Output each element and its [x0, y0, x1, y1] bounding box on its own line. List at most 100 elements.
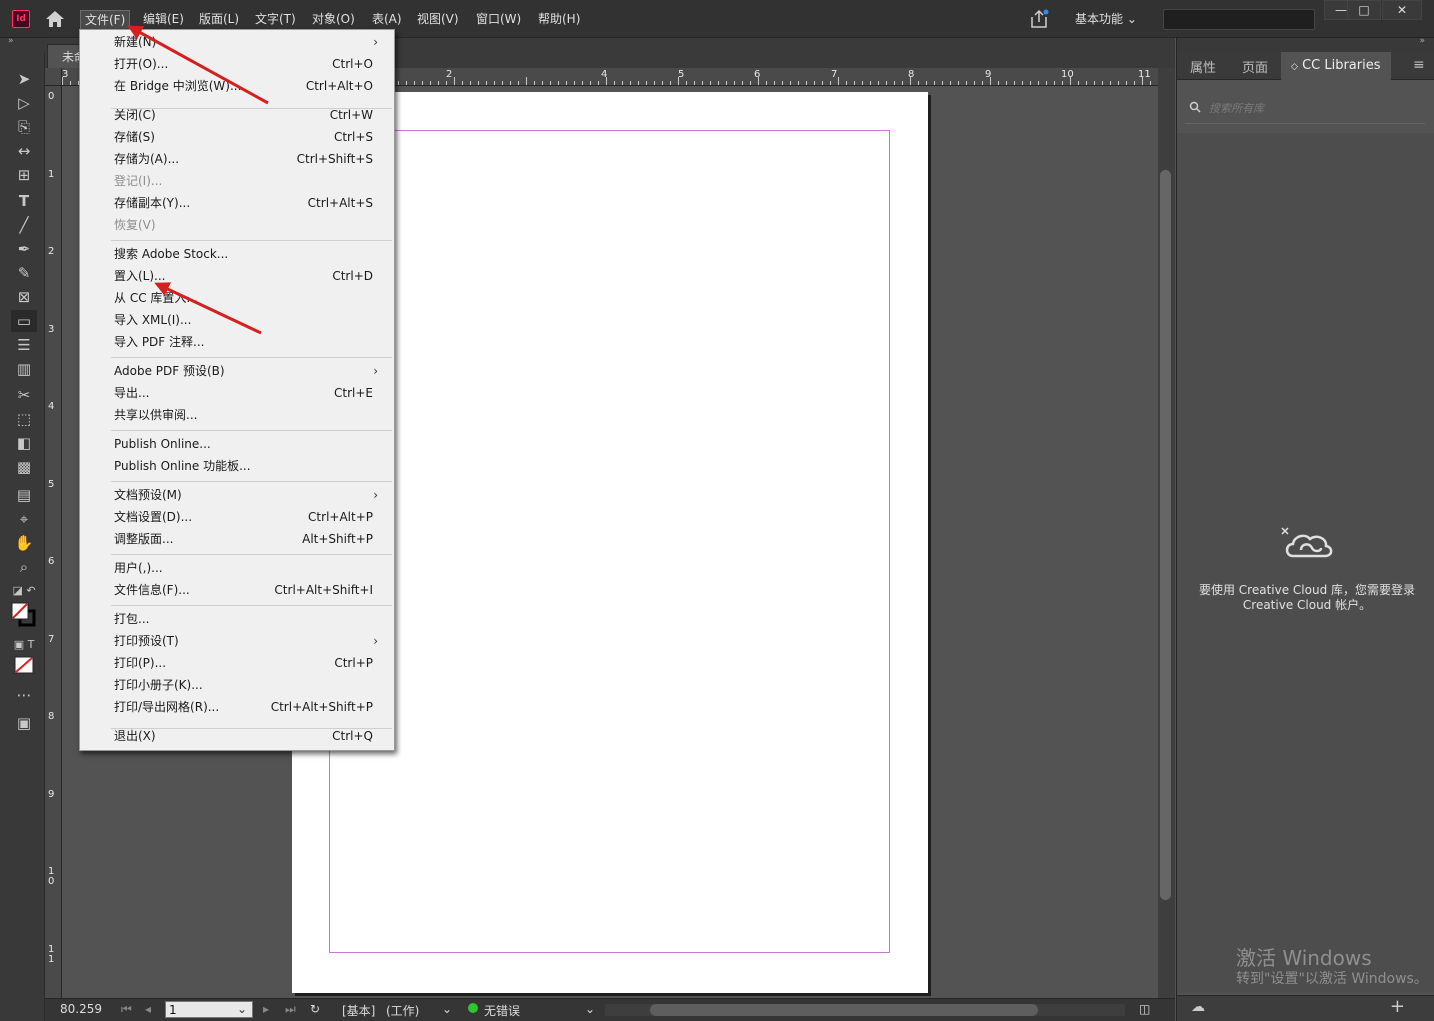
- panel-header[interactable]: »: [1177, 36, 1434, 52]
- vertical-grid-icon[interactable]: ▥: [11, 358, 37, 380]
- gap-tool-icon[interactable]: ↔: [11, 140, 37, 162]
- file-menu-item[interactable]: Publish Online 功能板...: [114, 456, 378, 476]
- zoom-level[interactable]: 80.259: [60, 1002, 102, 1016]
- menu-type[interactable]: 文字(T): [251, 10, 300, 30]
- zoom-tool-icon[interactable]: ⌕: [11, 556, 37, 578]
- file-menu-item[interactable]: 退出(X) Ctrl+Q: [114, 726, 378, 746]
- file-menu-item[interactable]: 用户(,)...: [114, 558, 378, 578]
- file-menu-item[interactable]: 打包...: [114, 609, 378, 629]
- file-menu-item[interactable]: 导入 PDF 注释...: [114, 332, 378, 352]
- hand-tool-icon[interactable]: ✋: [11, 532, 37, 554]
- search-input[interactable]: [1163, 9, 1315, 30]
- tab-pages[interactable]: 页面: [1242, 57, 1268, 76]
- eyedropper-tool-icon[interactable]: ⌖: [11, 508, 37, 530]
- preview-mode-icon[interactable]: ▣: [11, 712, 37, 734]
- file-menu-item[interactable]: 在 Bridge 中浏览(W)... Ctrl+Alt+O: [114, 76, 378, 96]
- menu-table[interactable]: 表(A): [368, 10, 406, 30]
- file-menu-item[interactable]: 存储(S) Ctrl+S: [114, 127, 378, 147]
- menu-edit[interactable]: 编辑(E): [139, 10, 188, 30]
- file-menu-item[interactable]: 导入 XML(I)...: [114, 310, 378, 330]
- file-menu-item[interactable]: 存储副本(Y)... Ctrl+Alt+S: [114, 193, 378, 213]
- collapse-icon[interactable]: »: [8, 36, 14, 46]
- vertical-scroll-thumb[interactable]: [1160, 170, 1171, 900]
- preflight-dropdown-icon[interactable]: ⌄: [585, 1002, 595, 1016]
- selection-tool-icon[interactable]: ➤: [11, 68, 37, 90]
- tools-panel-header[interactable]: »: [0, 36, 45, 52]
- submenu-arrow-icon: ›: [373, 634, 378, 648]
- cloud-sync-icon[interactable]: ☁: [1191, 999, 1205, 1015]
- pen-tool-icon[interactable]: ✒: [11, 238, 37, 260]
- apply-none-icon[interactable]: [11, 656, 37, 678]
- gradient-swatch-tool-icon[interactable]: ◧: [11, 432, 37, 454]
- file-menu-item[interactable]: 存储为(A)... Ctrl+Shift+S: [114, 149, 378, 169]
- prev-page-icon[interactable]: ◂: [145, 1002, 151, 1016]
- direct-selection-tool-icon[interactable]: ▷: [11, 92, 37, 114]
- file-menu-item[interactable]: 打开(O)... Ctrl+O: [114, 54, 378, 74]
- preflight-status[interactable]: 无错误: [484, 1002, 520, 1019]
- file-menu-item[interactable]: 文档预设(M) ›: [114, 485, 378, 505]
- file-menu-item[interactable]: 打印(P)... Ctrl+P: [114, 653, 378, 673]
- rectangle-tool-icon[interactable]: ▭: [11, 310, 37, 332]
- file-menu-item[interactable]: 导出... Ctrl+E: [114, 383, 378, 403]
- horizontal-scroll-thumb[interactable]: [650, 1004, 1038, 1016]
- tab-properties[interactable]: 属性: [1190, 57, 1216, 76]
- maximize-button[interactable]: □: [1347, 0, 1381, 20]
- panel-menu-icon[interactable]: ≡: [1413, 57, 1425, 73]
- rotate-spread-icon[interactable]: ↻: [310, 1002, 320, 1016]
- vertical-ruler[interactable]: 0 1 2 3 4 5 6 7 8 9 10 11: [45, 86, 62, 998]
- file-menu-item[interactable]: 打印小册子(K)...: [114, 675, 378, 695]
- search-icon: [1189, 101, 1201, 113]
- gradient-feather-tool-icon[interactable]: ▩: [11, 456, 37, 478]
- rectangle-frame-tool-icon[interactable]: ⊠: [11, 286, 37, 308]
- file-menu-item[interactable]: 搜索 Adobe Stock...: [114, 244, 378, 264]
- split-view-icon[interactable]: ◫: [1139, 1002, 1150, 1016]
- page-tool-icon[interactable]: ⎘: [11, 116, 37, 138]
- menu-help[interactable]: 帮助(H): [534, 10, 584, 30]
- free-transform-tool-icon[interactable]: ⬚: [11, 408, 37, 430]
- content-collector-icon[interactable]: ⊞: [11, 164, 37, 186]
- file-menu-item[interactable]: 打印/导出网格(R)... Ctrl+Alt+Shift+P: [114, 697, 378, 717]
- close-button[interactable]: ✕: [1382, 0, 1422, 20]
- ruler-h-label: 2: [446, 69, 453, 80]
- menu-window[interactable]: 窗口(W): [472, 10, 525, 30]
- file-menu-item[interactable]: 登记(I)...: [114, 171, 378, 191]
- page-dropdown-icon[interactable]: ⌄: [237, 1002, 247, 1016]
- first-page-icon[interactable]: ⏮: [121, 1002, 132, 1017]
- file-menu-item[interactable]: 调整版面... Alt+Shift+P: [114, 529, 378, 549]
- library-search-field[interactable]: 搜索所有库: [1185, 94, 1425, 124]
- pencil-tool-icon[interactable]: ✎: [11, 262, 37, 284]
- home-icon[interactable]: [44, 9, 66, 29]
- default-fill-stroke-icon[interactable]: ◪ ↶: [11, 580, 37, 602]
- next-page-icon[interactable]: ▸: [263, 1002, 269, 1016]
- horizontal-grid-icon[interactable]: ☰: [11, 334, 37, 356]
- note-tool-icon[interactable]: ▤: [11, 484, 37, 506]
- file-menu-item[interactable]: 打印预设(T) ›: [114, 631, 378, 651]
- scissors-tool-icon[interactable]: ✂: [11, 384, 37, 406]
- add-icon[interactable]: +: [1390, 996, 1405, 1017]
- file-menu-item[interactable]: 文件信息(F)... Ctrl+Alt+Shift+I: [114, 580, 378, 600]
- menu-object[interactable]: 对象(O): [308, 10, 359, 30]
- tab-cc-libraries[interactable]: ◇ CC Libraries: [1281, 52, 1391, 80]
- menu-layout[interactable]: 版面(L): [195, 10, 243, 30]
- workspace-switcher[interactable]: 基本功能 ⌄: [1075, 10, 1137, 27]
- fill-stroke-swatch-icon[interactable]: [11, 602, 37, 630]
- menu-file[interactable]: 文件(F): [80, 10, 131, 30]
- file-menu-item[interactable]: 置入(L)... Ctrl+D: [114, 266, 378, 286]
- file-menu-item[interactable]: 从 CC 库置入...: [114, 288, 378, 308]
- share-icon[interactable]: [1028, 8, 1050, 30]
- screen-mode-icon[interactable]: ⋯: [11, 684, 37, 706]
- collapse-icon[interactable]: »: [1419, 36, 1425, 46]
- file-menu-item[interactable]: Publish Online...: [114, 434, 378, 454]
- file-menu-item[interactable]: Adobe PDF 预设(B) ›: [114, 361, 378, 381]
- last-page-icon[interactable]: ⏭: [285, 1002, 296, 1017]
- menu-view[interactable]: 视图(V): [413, 10, 463, 30]
- line-tool-icon[interactable]: ╱: [11, 214, 37, 236]
- file-menu-item[interactable]: 共享以供审阅...: [114, 405, 378, 425]
- file-menu-item[interactable]: 文档设置(D)... Ctrl+Alt+P: [114, 507, 378, 527]
- mode-dropdown-icon[interactable]: ⌄: [442, 1002, 452, 1016]
- ruler-origin[interactable]: [45, 68, 62, 86]
- formatting-container-icon[interactable]: ▣ T: [11, 634, 37, 656]
- file-menu-item[interactable]: 恢复(V): [114, 215, 378, 235]
- file-menu-item[interactable]: 新建(N) ›: [114, 32, 378, 52]
- type-tool-icon[interactable]: T: [11, 190, 37, 212]
